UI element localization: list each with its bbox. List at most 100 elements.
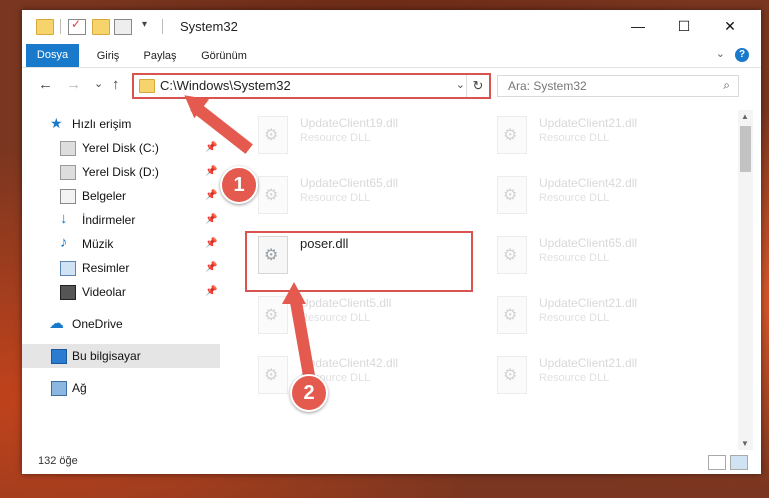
file-item[interactable]: UpdateClient65.dll Resource DLL: [248, 172, 468, 222]
poser-dll-highlight: [245, 231, 473, 292]
customize-toolbar-chevron-icon[interactable]: ▾: [142, 19, 147, 30]
sidebar-item-pictures[interactable]: Resimler 📌: [22, 256, 220, 280]
sidebar-item-label: Videolar: [82, 285, 126, 299]
computer-icon: [51, 349, 67, 364]
sidebar-item-label: Yerel Disk (C:): [82, 141, 159, 155]
sidebar-item-label: OneDrive: [72, 317, 123, 331]
minimize-button[interactable]: —: [615, 10, 661, 42]
help-icon[interactable]: ?: [735, 48, 749, 62]
dll-file-icon: [497, 236, 527, 274]
file-name: UpdateClient42.dll: [539, 176, 638, 190]
dll-file-icon: [258, 116, 288, 154]
documents-icon: [60, 189, 76, 204]
sidebar-item-label: Yerel Disk (D:): [82, 165, 159, 179]
expand-ribbon-icon[interactable]: ⌄: [716, 47, 725, 60]
dll-file-icon: [497, 356, 527, 394]
file-type: Resource DLL: [539, 252, 610, 264]
file-item[interactable]: UpdateClient21.dll Resource DLL: [487, 352, 707, 402]
address-path[interactable]: C:\Windows\System32: [160, 78, 291, 93]
tab-home[interactable]: Giriş: [90, 46, 126, 67]
search-icon[interactable]: ⌕: [723, 78, 730, 93]
search-input[interactable]: Ara: System32 ⌕: [497, 75, 739, 97]
scroll-up-icon[interactable]: ▲: [741, 112, 749, 121]
pin-icon: 📌: [205, 190, 218, 201]
cloud-icon: ☁: [49, 315, 64, 332]
file-item[interactable]: UpdateClient65.dll Resource DLL: [487, 232, 707, 282]
file-name: UpdateClient21.dll: [539, 356, 638, 370]
sidebar-item-this-pc[interactable]: Bu bilgisayar: [22, 344, 220, 368]
dll-file-icon: [497, 116, 527, 154]
file-name: UpdateClient21.dll: [539, 116, 638, 130]
tab-share[interactable]: Paylaş: [140, 46, 180, 67]
file-name: UpdateClient42.dll: [300, 356, 399, 370]
divider: [162, 19, 163, 34]
callout-badge-2: 2: [290, 374, 328, 412]
navigation-bar: ← → ⌄ ↑ C:\Windows\System32 ⌄ ↻ Ara: Sys…: [22, 68, 761, 102]
window-title: System32: [180, 19, 238, 34]
maximize-button[interactable]: ☐: [661, 10, 707, 42]
file-item[interactable]: UpdateClient19.dll Resource DLL: [248, 112, 468, 162]
details-view-icon[interactable]: [708, 455, 726, 470]
refresh-button[interactable]: ↻: [466, 75, 489, 97]
file-type: Resource DLL: [300, 192, 371, 204]
pin-icon: 📌: [205, 166, 218, 177]
folder-icon: [36, 19, 54, 35]
file-type: Resource DLL: [539, 132, 610, 144]
tab-file[interactable]: Dosya: [26, 44, 79, 67]
network-icon: [51, 381, 67, 396]
dll-file-icon: [497, 296, 527, 334]
sidebar-item-network[interactable]: Ağ: [22, 376, 220, 400]
sidebar-item-documents[interactable]: Belgeler 📌: [22, 184, 220, 208]
videos-icon: [60, 285, 76, 300]
file-type: Resource DLL: [539, 192, 610, 204]
properties-check-icon[interactable]: [68, 17, 86, 35]
file-item[interactable]: UpdateClient42.dll Resource DLL: [487, 172, 707, 222]
vertical-scrollbar[interactable]: ▲ ▼: [738, 110, 753, 450]
file-type: Resource DLL: [539, 312, 610, 324]
sidebar-item-disk-c[interactable]: Yerel Disk (C:) 📌: [22, 136, 220, 160]
forward-button[interactable]: →: [66, 76, 81, 93]
rename-icon[interactable]: [114, 19, 132, 35]
pin-icon: 📌: [205, 262, 218, 273]
title-bar: ▾ System32 — ☐ ✕: [22, 10, 761, 42]
navigation-pane: ★ Hızlı erişim Yerel Disk (C:) 📌 Yerel D…: [22, 110, 220, 450]
pin-icon: 📌: [205, 142, 218, 153]
search-placeholder: Ara: System32: [508, 79, 587, 93]
file-type: Resource DLL: [539, 372, 610, 384]
scroll-thumb[interactable]: [740, 126, 751, 172]
sidebar-item-videos[interactable]: Videolar 📌: [22, 280, 220, 304]
pin-icon: 📌: [205, 238, 218, 249]
dll-file-icon: [258, 356, 288, 394]
dll-file-icon: [497, 176, 527, 214]
recent-locations-button[interactable]: ⌄: [94, 77, 103, 90]
callout-arrowhead-2: [282, 282, 306, 304]
file-item[interactable]: UpdateClient21.dll Resource DLL: [487, 112, 707, 162]
download-icon: ↓: [60, 210, 68, 227]
sidebar-item-label: İndirmeler: [82, 213, 136, 227]
file-name: UpdateClient21.dll: [539, 296, 638, 310]
file-item[interactable]: UpdateClient5.dll Resource DLL: [248, 292, 468, 342]
address-dropdown-icon[interactable]: ⌄: [456, 78, 465, 91]
item-count: 132 öğe: [38, 455, 78, 467]
sidebar-item-label: Bu bilgisayar: [72, 349, 141, 363]
close-button[interactable]: ✕: [707, 10, 753, 42]
sidebar-item-label: Resimler: [82, 261, 130, 275]
up-button[interactable]: ↑: [112, 76, 120, 93]
back-button[interactable]: ←: [38, 76, 53, 93]
file-type: Resource DLL: [300, 132, 371, 144]
tab-view[interactable]: Görünüm: [198, 46, 250, 67]
sidebar-item-onedrive[interactable]: ☁ OneDrive: [22, 312, 220, 336]
new-folder-icon[interactable]: [92, 19, 110, 35]
pictures-icon: [60, 261, 76, 276]
sidebar-item-downloads[interactable]: ↓ İndirmeler 📌: [22, 208, 220, 232]
file-name: UpdateClient5.dll: [300, 296, 392, 310]
status-bar: 132 öğe: [22, 450, 761, 474]
dll-file-icon: [258, 176, 288, 214]
large-icons-view-icon[interactable]: [730, 455, 748, 470]
sidebar-item-disk-d[interactable]: Yerel Disk (D:) 📌: [22, 160, 220, 184]
file-item[interactable]: UpdateClient21.dll Resource DLL: [487, 292, 707, 342]
sidebar-item-music[interactable]: ♪ Müzik 📌: [22, 232, 220, 256]
file-name: UpdateClient19.dll: [300, 116, 399, 130]
scroll-down-icon[interactable]: ▼: [741, 439, 749, 448]
file-item[interactable]: UpdateClient42.dll Resource DLL: [248, 352, 468, 402]
